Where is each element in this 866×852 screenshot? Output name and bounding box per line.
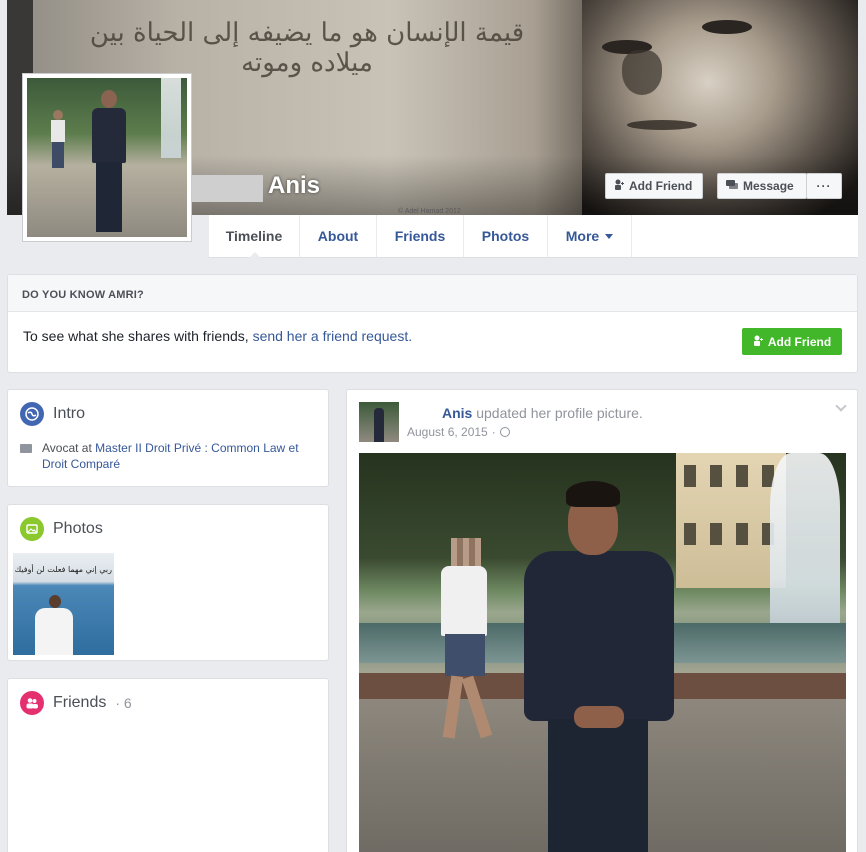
send-request-link[interactable]: send her a friend request. [253, 328, 413, 344]
privacy-globe-icon[interactable] [499, 427, 510, 437]
intro-work-text: Avocat at Master II Droit Privé : Common… [42, 440, 316, 472]
intro-work-row: Avocat at Master II Droit Privé : Common… [8, 426, 328, 472]
more-options-button[interactable]: ··· [806, 173, 842, 199]
intro-work-prefix: Avocat at [42, 441, 96, 455]
message-button[interactable]: Message [717, 173, 807, 199]
add-friend-label: Add Friend [629, 179, 693, 193]
tab-timeline[interactable]: Timeline [208, 215, 300, 258]
globe-icon [20, 402, 44, 426]
friends-title: Friends [53, 694, 107, 711]
post-author[interactable]: Anis [442, 405, 472, 421]
cover-credit: © Adel Hamad 2012 [398, 208, 461, 215]
post-avatar[interactable] [359, 402, 399, 442]
person-plus-icon [614, 179, 624, 193]
friends-header[interactable]: Friends · 6 [8, 679, 328, 715]
tab-more[interactable]: More [548, 215, 632, 257]
photos-header[interactable]: Photos [8, 505, 328, 541]
redacted-surname [190, 175, 263, 202]
profile-nav: Timeline About Friends Photos More [208, 215, 858, 258]
chevron-down-icon [605, 233, 614, 239]
photo-icon [20, 517, 44, 541]
photo-fountain [770, 453, 840, 633]
tab-about[interactable]: About [300, 215, 377, 257]
profile-picture[interactable] [22, 73, 192, 242]
friend-suggestion-heading: DO YOU KNOW AMRI? [8, 275, 857, 312]
cover-calligraphy: قيمة الإنسان هو ما يضيفه إلى الحياة بين … [89, 18, 525, 78]
post-headline: Anis updated her profile picture. [442, 405, 643, 421]
cover-eye-right [702, 20, 752, 34]
photo-walker [437, 538, 493, 748]
post-meta-separator: · [491, 425, 496, 439]
friend-suggestion-text: To see what she shares with friends, sen… [8, 312, 857, 344]
friend-suggestion-prefix: To see what she shares with friends, [23, 328, 253, 344]
post-action: updated her profile picture. [472, 405, 643, 421]
add-friend-green-button[interactable]: Add Friend [742, 328, 842, 355]
profile-picture-image [27, 78, 187, 237]
pp-person [87, 90, 131, 235]
post-date[interactable]: August 6, 2015 [407, 425, 488, 439]
pp-fountain [161, 78, 181, 158]
intro-card: Intro Avocat at Master II Droit Privé : … [7, 389, 329, 487]
cover-nose [622, 50, 662, 95]
tab-more-label: More [565, 228, 600, 244]
add-friend-green-label: Add Friend [767, 334, 832, 349]
tab-friends[interactable]: Friends [377, 215, 464, 257]
friend-suggestion-box: DO YOU KNOW AMRI? To see what she shares… [7, 274, 858, 373]
intro-header: Intro [8, 390, 328, 426]
friends-card: Friends · 6 [7, 678, 329, 852]
message-label: Message [743, 179, 794, 193]
friends-count: · 6 [115, 695, 132, 711]
photo-man [524, 481, 674, 852]
pp-walker [51, 110, 65, 170]
post-meta: August 6, 2015 · [407, 425, 510, 439]
photo-thumbnail-text: ربي إني مهما فعلت لن أوفيك حقك ♥ [13, 565, 112, 574]
photos-card: Photos ربي إني مهما فعلت لن أوفيك حقك ♥ [7, 504, 329, 661]
cover-mouth [627, 120, 697, 130]
post-avatar-figure [374, 408, 384, 442]
tab-photos[interactable]: Photos [464, 215, 548, 257]
photo-thumbnail-person [35, 595, 75, 655]
add-friend-button[interactable]: Add Friend [605, 173, 703, 199]
chat-icon [726, 179, 738, 193]
people-icon [20, 691, 44, 715]
timeline-post: Anis updated her profile picture. August… [346, 389, 858, 852]
post-photo[interactable] [359, 453, 846, 852]
intro-title: Intro [53, 405, 86, 422]
profile-name[interactable]: Anis [268, 172, 320, 200]
person-plus-icon [753, 335, 763, 349]
briefcase-icon [20, 444, 32, 453]
chevron-down-icon[interactable] [835, 400, 847, 412]
photo-thumbnail[interactable]: ربي إني مهما فعلت لن أوفيك حقك ♥ [13, 553, 114, 655]
photos-title: Photos [53, 520, 103, 537]
